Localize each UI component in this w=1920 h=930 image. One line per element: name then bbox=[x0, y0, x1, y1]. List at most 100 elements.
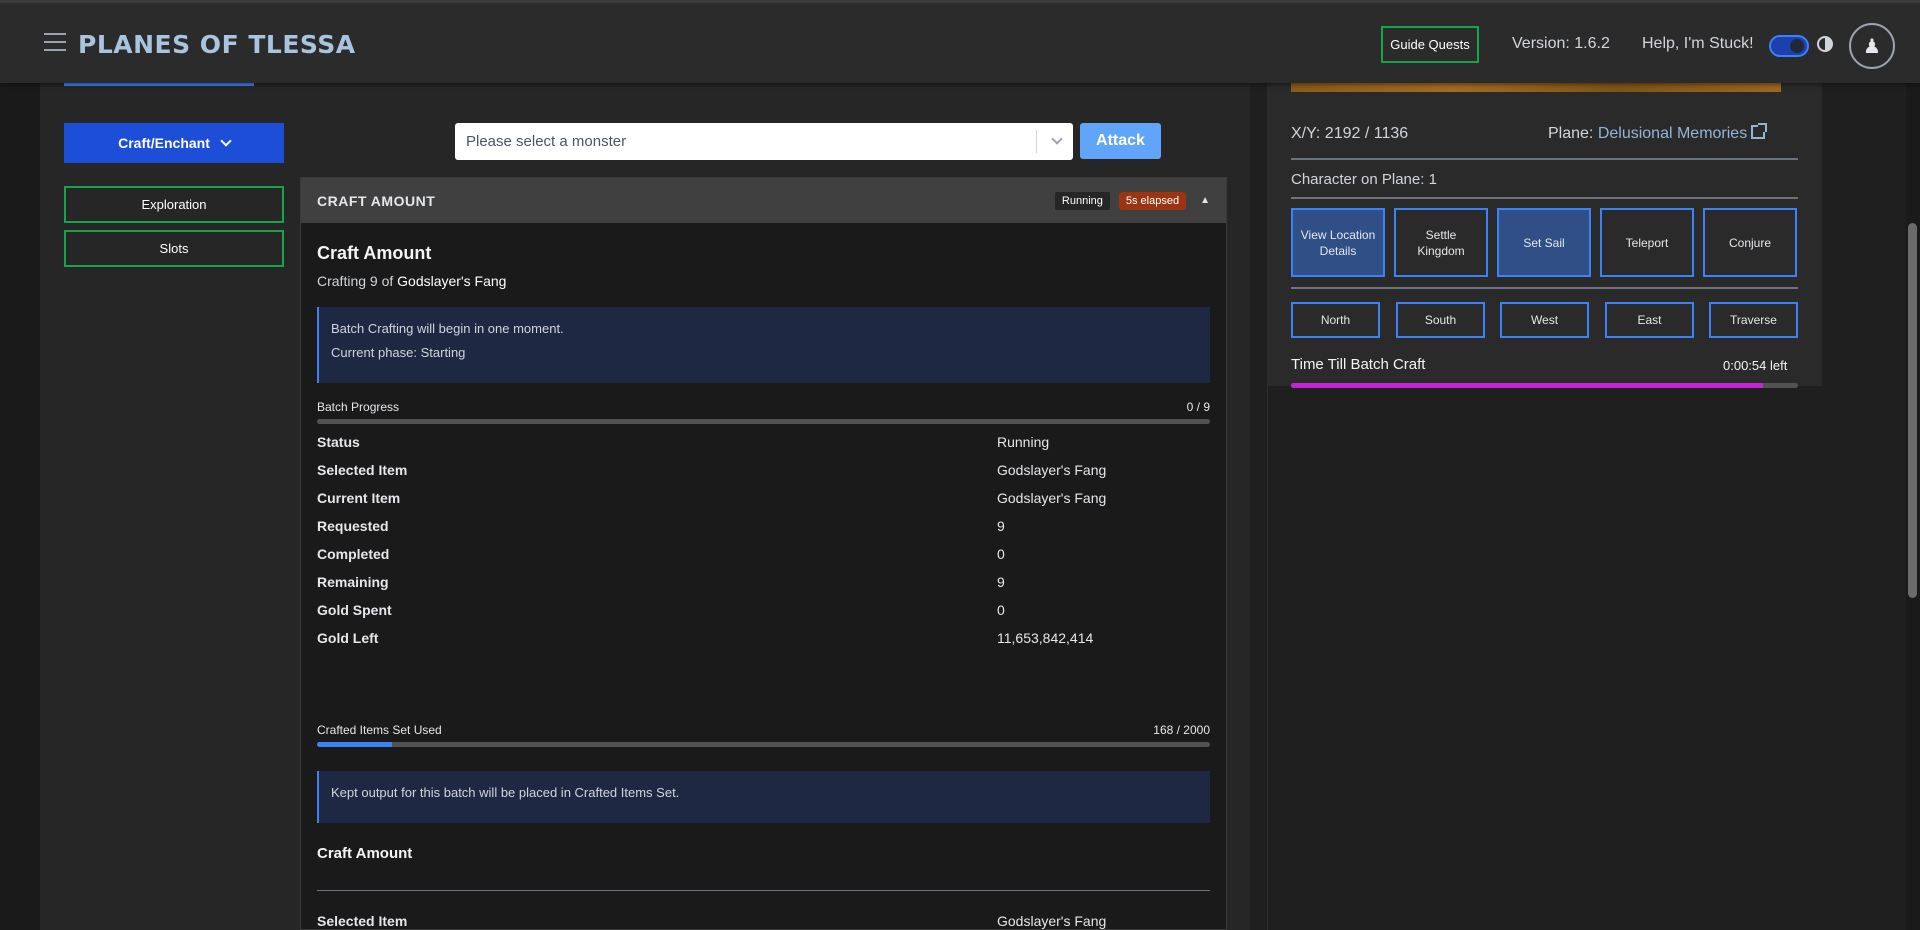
table-row: Current Item Godslayer's Fang bbox=[317, 490, 1210, 518]
south-button[interactable]: South bbox=[1396, 302, 1485, 338]
batch-progress-header: Batch Progress 0 / 9 bbox=[317, 400, 1210, 414]
table-row: Status Running bbox=[317, 434, 1210, 462]
row-label: Completed bbox=[317, 546, 390, 562]
brand-title[interactable]: PLANES OF TLESSA bbox=[78, 30, 356, 59]
row-value: 11,653,842,414 bbox=[997, 630, 1094, 646]
traverse-button[interactable]: Traverse bbox=[1709, 302, 1798, 338]
batch-info-line1: Batch Crafting will begin in one moment. bbox=[331, 321, 564, 336]
table-row: Remaining 9 bbox=[317, 574, 1210, 602]
plane-label: Plane: bbox=[1548, 125, 1598, 142]
kept-output-note-box: Kept output for this batch will be place… bbox=[317, 771, 1210, 823]
version-link[interactable]: Version: 1.6.2 bbox=[1512, 35, 1610, 53]
crafted-set-value: 168 / 2000 bbox=[1153, 723, 1210, 737]
row-label: Current Item bbox=[317, 490, 401, 506]
crafting-summary: Crafting 9 of Godslayer's Fang bbox=[317, 273, 506, 289]
help-stuck-link[interactable]: Help, I'm Stuck! bbox=[1642, 35, 1754, 53]
external-link-icon[interactable] bbox=[1751, 123, 1768, 139]
theme-toggle[interactable] bbox=[1769, 35, 1809, 57]
row-value: Godslayer's Fang bbox=[997, 462, 1107, 478]
active-tab-indicator bbox=[64, 83, 254, 86]
row-label: Gold Left bbox=[317, 630, 379, 646]
row-label: Selected Item bbox=[317, 913, 408, 929]
row-value: 0 bbox=[997, 602, 1005, 618]
kept-output-note: Kept output for this batch will be place… bbox=[331, 785, 680, 800]
crafting-item: Godslayer's Fang bbox=[397, 273, 507, 289]
crafted-set-header: Crafted Items Set Used 168 / 2000 bbox=[317, 723, 1210, 737]
row-value: Godslayer's Fang bbox=[997, 913, 1107, 929]
row-value: 0 bbox=[997, 546, 1005, 562]
divider bbox=[1291, 158, 1798, 160]
character-profile-button[interactable]: ♟ bbox=[1849, 23, 1895, 69]
card-header[interactable]: CRAFT AMOUNT Running 5s elapsed ▲ bbox=[301, 178, 1226, 223]
batch-info-box: Batch Crafting will begin in one moment.… bbox=[317, 307, 1210, 383]
card-header-title: CRAFT AMOUNT bbox=[317, 192, 436, 209]
crafted-set-bar bbox=[317, 742, 1210, 747]
menu-icon[interactable] bbox=[44, 33, 66, 51]
slots-button[interactable]: Slots bbox=[64, 230, 284, 267]
exploration-button[interactable]: Exploration bbox=[64, 186, 284, 223]
crafted-set-label: Crafted Items Set Used bbox=[317, 723, 442, 737]
crafting-prefix: Crafting 9 of bbox=[317, 273, 398, 289]
row-label: Remaining bbox=[317, 574, 389, 590]
divider bbox=[1291, 197, 1798, 199]
batch-timer-remaining: 0:00:54 left bbox=[1723, 358, 1788, 373]
row-value: 9 bbox=[997, 518, 1005, 534]
row-value: 9 bbox=[997, 574, 1005, 590]
row-label: Gold Spent bbox=[317, 602, 392, 618]
batch-progress-value: 0 / 9 bbox=[1186, 400, 1210, 414]
table-row: Gold Spent 0 bbox=[317, 602, 1210, 630]
batch-phase-line: Current phase: Starting bbox=[331, 345, 466, 360]
east-button[interactable]: East bbox=[1605, 302, 1694, 338]
plane-link[interactable]: Delusional Memories bbox=[1598, 125, 1747, 142]
row-value: Running bbox=[997, 434, 1050, 450]
row-value: Godslayer's Fang bbox=[997, 490, 1107, 506]
craft-enchant-dropdown[interactable]: Craft/Enchant bbox=[64, 123, 284, 163]
guide-quests-button[interactable]: Guide Quests bbox=[1381, 26, 1479, 63]
batch-timer-label: Time Till Batch Craft bbox=[1291, 356, 1426, 373]
craft-enchant-label: Craft/Enchant bbox=[118, 135, 210, 151]
set-sail-button[interactable]: Set Sail bbox=[1497, 208, 1591, 277]
elapsed-badge: 5s elapsed bbox=[1118, 191, 1187, 210]
north-button[interactable]: North bbox=[1291, 302, 1380, 338]
table-row: Selected Item Godslayer's Fang bbox=[317, 913, 1210, 930]
crafted-set-fill bbox=[317, 742, 392, 747]
scrollbar-thumb[interactable] bbox=[1908, 223, 1917, 598]
settle-kingdom-button[interactable]: Settle Kingdom bbox=[1394, 208, 1488, 277]
batch-progress-bar bbox=[317, 419, 1210, 424]
collapse-caret-icon[interactable]: ▲ bbox=[1200, 195, 1210, 206]
status-badge: Running bbox=[1053, 190, 1111, 211]
select-separator bbox=[1036, 130, 1037, 153]
table-row: Selected Item Godslayer's Fang bbox=[317, 462, 1210, 490]
monster-select[interactable]: Please select a monster bbox=[455, 123, 1073, 160]
batch-progress-label: Batch Progress bbox=[317, 400, 400, 414]
west-button[interactable]: West bbox=[1500, 302, 1589, 338]
row-label: Requested bbox=[317, 518, 389, 534]
craft-amount-subheading: Craft Amount bbox=[317, 845, 413, 862]
view-location-details-button[interactable]: View Location Details bbox=[1291, 208, 1385, 277]
person-icon: ♟ bbox=[1863, 35, 1881, 58]
conjure-button[interactable]: Conjure bbox=[1703, 208, 1797, 277]
attack-button[interactable]: Attack bbox=[1080, 123, 1161, 159]
teleport-button[interactable]: Teleport bbox=[1600, 208, 1694, 277]
map-image[interactable] bbox=[1291, 83, 1781, 92]
monster-select-placeholder: Please select a monster bbox=[466, 133, 627, 150]
xy-coordinates: X/Y: 2192 / 1136 bbox=[1291, 125, 1409, 142]
divider bbox=[1291, 287, 1798, 289]
row-label: Status bbox=[317, 434, 360, 450]
contrast-icon bbox=[1817, 36, 1833, 52]
batch-timer-bar bbox=[1291, 383, 1798, 388]
batch-timer-fill bbox=[1291, 383, 1763, 388]
characters-on-plane: Character on Plane: 1 bbox=[1291, 171, 1437, 188]
top-navbar: PLANES OF TLESSA Guide Quests Version: 1… bbox=[0, 0, 1920, 83]
row-label: Selected Item bbox=[317, 462, 408, 478]
plane-info: Plane: Delusional Memories bbox=[1548, 123, 1768, 143]
left-gutter bbox=[0, 83, 40, 930]
table-row: Gold Left 11,653,842,414 bbox=[317, 630, 1210, 658]
craft-title: Craft Amount bbox=[317, 243, 432, 263]
chevron-down-icon bbox=[220, 135, 232, 147]
craft-amount-card: CRAFT AMOUNT Running 5s elapsed ▲ Craft … bbox=[300, 177, 1227, 930]
section-divider bbox=[317, 890, 1210, 891]
table-row: Completed 0 bbox=[317, 546, 1210, 574]
table-row: Requested 9 bbox=[317, 518, 1210, 546]
chevron-down-icon[interactable] bbox=[1051, 133, 1063, 145]
